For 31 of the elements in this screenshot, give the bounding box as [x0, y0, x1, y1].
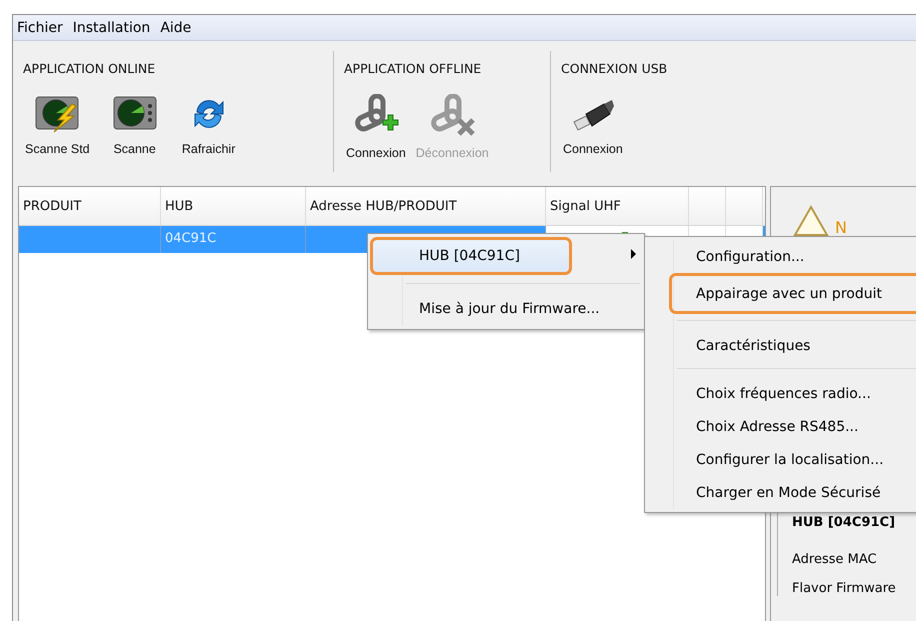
menu-item[interactable]: Charger en Mode Sécurisé	[647, 476, 916, 509]
group-title: APPLICATION OFFLINE	[344, 61, 482, 76]
menu-item[interactable]: Configurer la localisation...	[647, 443, 916, 476]
menu-item[interactable]: Installation	[68, 20, 154, 36]
menu-item[interactable]: Caractéristiques	[647, 329, 916, 362]
field-label: Adresse MAC	[792, 552, 878, 567]
table-cell: 04C91C	[161, 226, 306, 253]
warning-text: N	[835, 218, 847, 237]
group-title: CONNEXION USB	[561, 61, 668, 76]
menu-item[interactable]: HUB [04C91C]	[370, 237, 572, 275]
toolbar-button[interactable]: Connexion	[344, 94, 408, 160]
field-label: Flavor Firmware	[792, 581, 896, 596]
toolbar-button[interactable]: Rafraichir	[178, 94, 240, 156]
menu-item[interactable]: Mise à jour du Firmware...	[370, 292, 642, 326]
group-title: APPLICATION ONLINE	[23, 61, 156, 76]
menu-item[interactable]: Choix Adresse RS485...	[647, 410, 916, 443]
toolbar-button[interactable]: Scanne Std	[23, 94, 92, 156]
chain-cross-icon	[429, 94, 476, 138]
menu-item[interactable]: Appairage avec un produit	[669, 273, 916, 314]
column-header[interactable]: PRODUIT	[19, 187, 161, 225]
radar-bolt-icon	[34, 94, 80, 134]
column-header[interactable]: Signal UHF	[546, 187, 689, 225]
menu-item[interactable]: Aide	[156, 20, 196, 36]
menu-item[interactable]: Choix fréquences radio...	[647, 377, 916, 410]
menu-item[interactable]: Fichier	[13, 20, 67, 36]
menu-item[interactable]: Configuration...	[647, 240, 916, 273]
panel-title: HUB [04C91C]	[792, 515, 896, 530]
column-header[interactable]: Adresse HUB/PRODUIT	[306, 187, 546, 225]
column-header[interactable]: HUB	[161, 187, 306, 225]
toolbar-button[interactable]: Scanne	[104, 94, 166, 156]
toolbar-button[interactable]: Connexion	[561, 94, 625, 156]
